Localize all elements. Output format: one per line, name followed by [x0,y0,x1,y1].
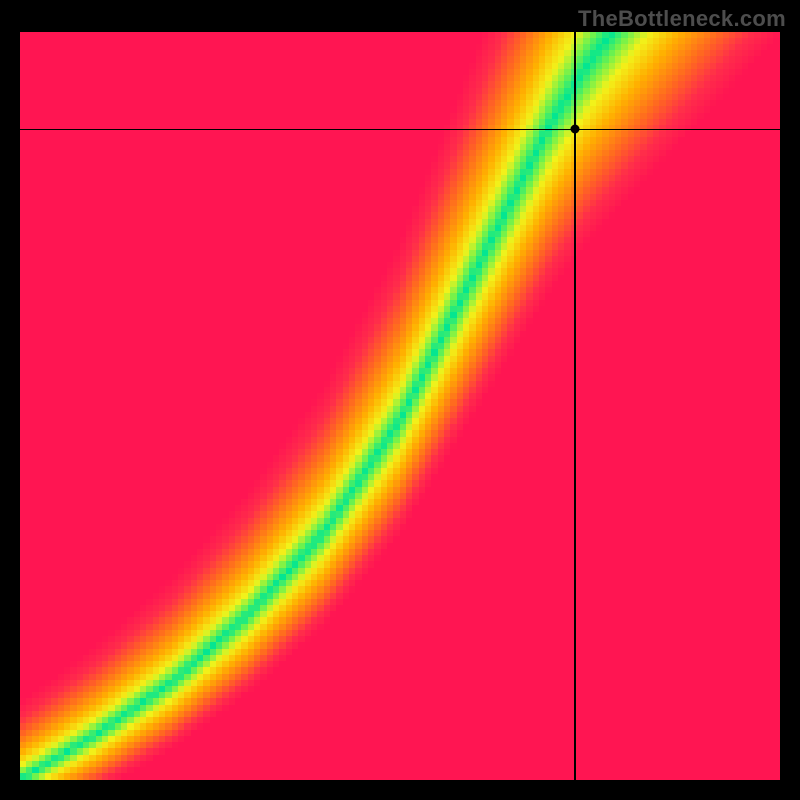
crosshair-horizontal [20,129,780,131]
watermark-text: TheBottleneck.com [578,6,786,32]
heatmap-plot [20,32,780,780]
crosshair-marker [570,125,579,134]
crosshair-vertical [574,32,576,780]
heatmap-canvas [20,32,780,780]
chart-frame: TheBottleneck.com [0,0,800,800]
